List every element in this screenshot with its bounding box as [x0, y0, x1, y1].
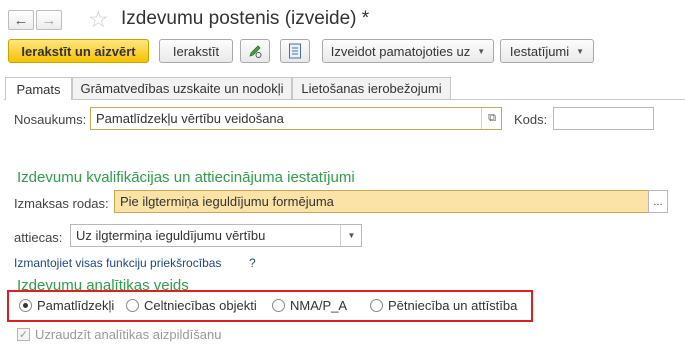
forward-button[interactable]: → [36, 10, 62, 30]
code-label: Kods: [514, 112, 548, 127]
relates-dropdown[interactable]: Uz ilgtermiņa ieguldījumu vērtību [70, 224, 362, 247]
tab-usage-restrictions[interactable]: Lietošanas ierobežojumi [292, 77, 451, 99]
document-list-icon [289, 43, 301, 59]
select-button[interactable]: ... [648, 190, 668, 213]
checkmark-icon: ✓ [17, 328, 30, 341]
checkbox-label: Uzraudzīt analītikas aizpildīšanu [35, 327, 222, 342]
relates-value: Uz ilgtermiņa ieguldījumu vērtību [76, 228, 266, 243]
tab-pamats[interactable]: Pamats [5, 77, 72, 100]
radio-construction-objects[interactable]: Celtniecības objekti [126, 298, 257, 313]
settings-button[interactable]: Iestatījumi ▼ [500, 39, 594, 63]
settings-label: Iestatījumi [509, 43, 570, 59]
chevron-down-icon: ▼ [576, 46, 585, 56]
expense-value: Pie ilgtermiņa ieguldījumu formējuma [120, 194, 334, 209]
active-tab-gap [6, 99, 71, 101]
save-and-close-button[interactable]: Ierakstīt un aizvērt [8, 39, 149, 63]
radio-label: Pamatlīdzekļi [37, 298, 115, 313]
feature-link[interactable]: Izmantojiet visas funkciju priekšrocības [14, 256, 221, 270]
relates-label: attiecas: [14, 230, 63, 245]
chevron-down-icon: ▼ [477, 46, 486, 56]
code-field[interactable] [553, 107, 654, 130]
radio-label: Celtniecības objekti [144, 298, 257, 313]
radio-empty-icon [126, 299, 139, 312]
radio-fixed-assets[interactable]: Pamatlīdzekļi [19, 298, 114, 313]
radio-selected-icon [19, 299, 32, 312]
create-based-on-button[interactable]: Izveidot pamatojoties uz ▼ [322, 39, 494, 63]
arrow-left-icon: ← [13, 11, 29, 29]
star-icon[interactable]: ☆ [88, 5, 109, 33]
monitor-analytics-checkbox[interactable]: ✓ Uzraudzīt analītikas aizpildīšanu [17, 327, 221, 342]
page-title: Izdevumu postenis (izveide) * [121, 8, 370, 29]
arrow-right-icon: → [41, 11, 57, 29]
expense-field[interactable]: Pie ilgtermiņa ieguldījumu formējuma [114, 190, 650, 213]
radio-empty-icon [370, 299, 383, 312]
expense-label: Izmaksas rodas: [14, 196, 109, 211]
create-based-on-label: Izveidot pamatojoties uz [330, 43, 471, 59]
attach-file-button[interactable] [240, 39, 270, 63]
radio-empty-icon [272, 299, 285, 312]
save-button[interactable]: Ierakstīt [159, 39, 233, 63]
tab-divider [4, 99, 685, 100]
tab-accounting[interactable]: Grāmatvedības uzskaite un nodokļi [72, 77, 292, 99]
chevron-down-icon[interactable]: ▼ [340, 225, 362, 246]
name-label: Nosaukums: [14, 112, 87, 127]
name-field[interactable]: Pamatlīdzekļu vērtību veidošana [90, 107, 502, 130]
copy-icon[interactable]: ⧉ [481, 108, 502, 129]
help-icon[interactable]: ? [249, 256, 256, 270]
pencil-clip-icon [249, 45, 262, 58]
radio-nma[interactable]: NMA/P_A [272, 298, 347, 313]
report-button[interactable] [280, 39, 310, 63]
radio-label: Pētniecība un attīstība [388, 298, 518, 313]
radio-label: NMA/P_A [290, 298, 348, 313]
section-title-qualification: Izdevumu kvalifikācijas un attiecinājuma… [17, 169, 355, 186]
radio-research-development[interactable]: Pētniecība un attīstība [370, 298, 517, 313]
name-value: Pamatlīdzekļu vērtību veidošana [96, 111, 284, 126]
back-button[interactable]: ← [8, 10, 34, 30]
